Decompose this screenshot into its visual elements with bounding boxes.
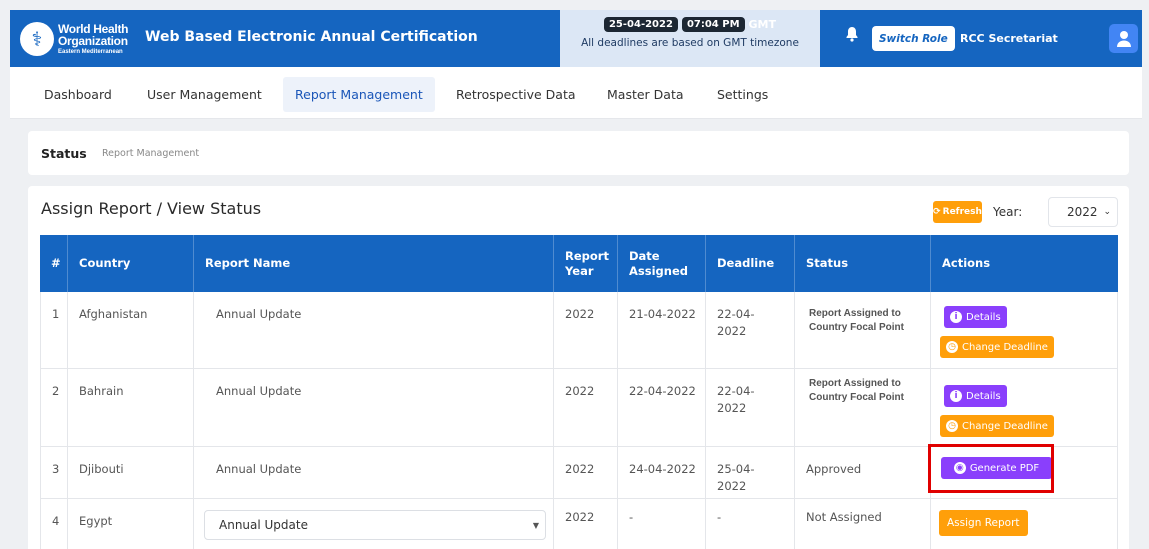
details-button[interactable]: i Details [944,306,1007,328]
user-avatar-icon[interactable] [1109,24,1138,53]
row-report-year: 2022 [565,510,595,524]
row-number: 2 [52,384,60,398]
row-country: Egypt [79,514,113,528]
row-status: Not Assigned [806,510,882,524]
nav-report-management[interactable]: Report Management [283,77,435,112]
row-country: Bahrain [79,384,124,398]
row-status: Approved [806,462,862,476]
table-header: # Country Report Name Report Year Date A… [40,235,1118,292]
row-country: Djibouti [79,462,124,476]
nav-retrospective-data[interactable]: Retrospective Data [444,77,588,112]
change-deadline-button[interactable]: ◷ Change Deadline [940,415,1054,437]
col-number: # [40,235,68,292]
current-time: 07:04 PM [681,17,745,32]
nav-user-management[interactable]: User Management [135,77,274,112]
row-report-year: 2022 [565,384,595,398]
row-status: Report Assigned to Country Focal Point [809,378,904,403]
details-button[interactable]: i Details [944,385,1007,407]
row-date-assigned: - [629,510,634,524]
table-row: 2 Bahrain Annual Update 2022 22-04-2022 … [40,369,1118,447]
org-name-line2: Organization [58,34,128,48]
row-report-name: Annual Update [216,307,302,321]
notification-bell-icon[interactable] [845,26,859,46]
nav-settings[interactable]: Settings [705,77,780,112]
row-status: Report Assigned to Country Focal Point [809,308,904,333]
col-date-assigned: Date Assigned [618,235,706,292]
assign-report-button[interactable]: Assign Report [939,510,1028,536]
server-clock: 25-04-2022 07:04 PM GMT All deadlines ar… [560,10,820,67]
col-country: Country [68,235,194,292]
col-status: Status [795,235,931,292]
row-report-name: Annual Update [216,384,302,398]
row-deadline: 25-04-2022 [717,462,755,493]
report-name-select[interactable]: Annual Update ▼ [204,510,546,540]
col-deadline: Deadline [706,235,795,292]
row-report-year: 2022 [565,307,595,321]
row-deadline: - [717,510,722,524]
org-region: Eastern Mediterranean [58,49,123,55]
info-icon: i [950,390,962,402]
row-number: 3 [52,462,60,476]
chevron-down-icon: ▼ [532,521,539,530]
year-value: 2022 [1067,205,1098,219]
table-row: 1 Afghanistan Annual Update 2022 21-04-2… [40,292,1118,369]
col-report-name: Report Name [194,235,554,292]
card-title: Assign Report / View Status [41,199,262,218]
row-number: 4 [52,514,60,528]
chevron-down-icon: ⌄ [1103,207,1111,217]
row-report-year: 2022 [565,462,595,476]
timezone-label: GMT [748,18,777,31]
col-actions: Actions [942,256,991,271]
switch-role-button[interactable]: Switch Role [872,26,955,51]
row-number: 1 [52,307,60,321]
refresh-icon: ⟳ [933,207,941,217]
current-role: RCC Secretariat [960,32,1058,45]
row-date-assigned: 24-04-2022 [629,462,696,476]
row-date-assigned: 22-04-2022 [629,384,696,398]
row-deadline: 22-04-2022 [717,307,755,338]
col-report-year: Report Year [554,235,618,292]
row-date-assigned: 21-04-2022 [629,307,696,321]
app-title: Web Based Electronic Annual Certificatio… [145,29,478,45]
main-nav: Dashboard User Management Report Managem… [10,67,1142,119]
refresh-label: Refresh [942,207,982,217]
table-row: 4 Egypt Annual Update ▼ 2022 - - Not Ass… [40,499,1118,549]
info-icon: i [950,311,962,323]
assign-report-card: Assign Report / View Status ⟳ Refresh Ye… [28,186,1129,549]
page-title: Status [41,146,87,161]
deadline-note: All deadlines are based on GMT timezone [581,37,799,49]
stopwatch-icon: ◷ [946,341,958,353]
top-header: ⚕ World Health Organization Eastern Medi… [10,10,1142,67]
year-label: Year: [993,205,1023,219]
year-select[interactable]: 2022 ⌄ [1048,197,1118,227]
stopwatch-icon: ◷ [946,420,958,432]
breadcrumb-section[interactable]: Report Management [102,148,199,159]
breadcrumb: Status Report Management [28,131,1129,175]
row-deadline: 22-04-2022 [717,384,755,415]
who-logo[interactable]: ⚕ World Health Organization Eastern Medi… [20,18,155,60]
current-date: 25-04-2022 [603,17,678,32]
refresh-button[interactable]: ⟳ Refresh [933,201,982,223]
row-report-name: Annual Update [216,462,302,476]
change-deadline-button[interactable]: ◷ Change Deadline [940,336,1054,358]
report-select-value: Annual Update [219,518,308,532]
who-emblem-icon: ⚕ [20,22,54,56]
highlight-annotation-box [928,444,1054,493]
nav-dashboard[interactable]: Dashboard [32,77,124,112]
nav-master-data[interactable]: Master Data [595,77,696,112]
row-country: Afghanistan [79,307,148,321]
